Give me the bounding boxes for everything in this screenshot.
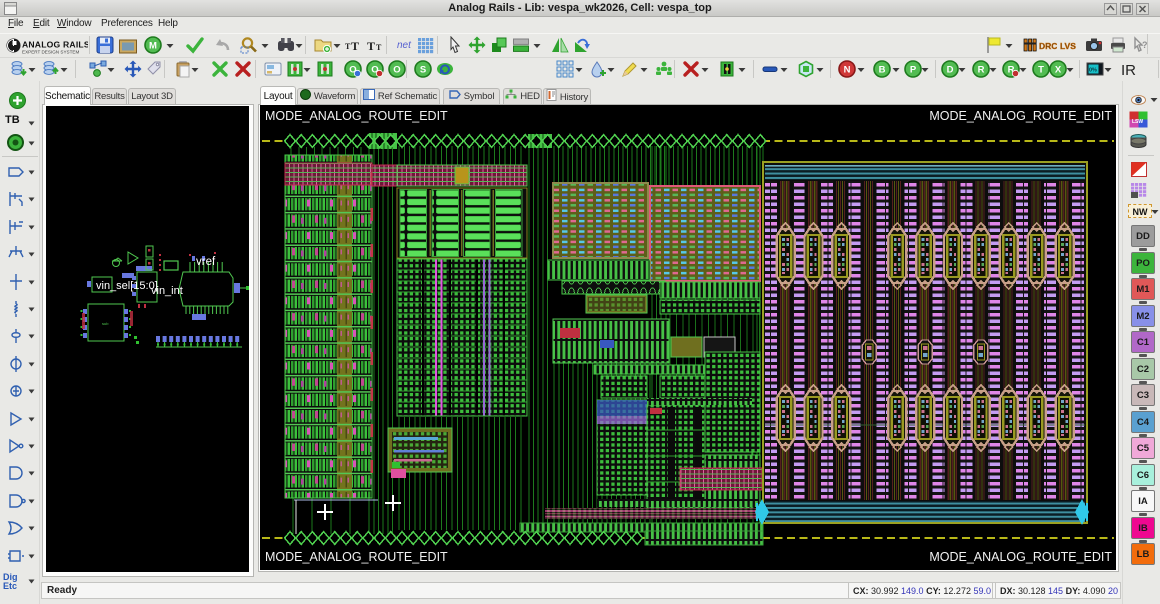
svg-text:M: M	[149, 40, 157, 51]
svg-text:ANALOG RAILS: ANALOG RAILS	[22, 40, 88, 50]
svg-text:T: T	[376, 43, 382, 52]
svg-text:P: P	[910, 64, 917, 75]
svg-text:sub: sub	[102, 321, 109, 326]
svg-text:R: R	[978, 64, 985, 75]
svg-text:N: N	[844, 64, 851, 75]
svg-text:LSW: LSW	[1132, 119, 1143, 125]
svg-text:T: T	[367, 39, 375, 53]
svg-text:S: S	[420, 64, 426, 75]
svg-text:MODE_ANALOG_ROUTE_EDIT: MODE_ANALOG_ROUTE_EDIT	[929, 109, 1112, 123]
svg-text:MODE_ANALOG_ROUTE_EDIT: MODE_ANALOG_ROUTE_EDIT	[929, 550, 1112, 564]
svg-text:DRC: DRC	[1039, 41, 1057, 51]
svg-text:LVS: LVS	[1060, 41, 1076, 51]
svg-text:T: T	[1038, 64, 1044, 75]
svg-text:vref: vref	[196, 256, 216, 268]
svg-text:X: X	[1055, 64, 1062, 75]
svg-text:EXPERT DESIGN SYSTEM: EXPERT DESIGN SYSTEM	[22, 50, 79, 55]
svg-text:?: ?	[1142, 40, 1148, 50]
svg-text:D: D	[947, 64, 954, 75]
svg-text:O: O	[393, 64, 400, 75]
svg-text:MODE_ANALOG_ROUTE_EDIT: MODE_ANALOG_ROUTE_EDIT	[265, 109, 448, 123]
svg-text:0%: 0%	[1089, 68, 1097, 74]
svg-text:vin_sel[15:0]: vin_sel[15:0]	[96, 280, 158, 292]
svg-text:net: net	[397, 40, 412, 51]
svg-text:T: T	[351, 39, 359, 53]
svg-text:MODE_ANALOG_ROUTE_EDIT: MODE_ANALOG_ROUTE_EDIT	[265, 550, 448, 564]
svg-text:vin_int: vin_int	[151, 285, 183, 297]
svg-text:B: B	[879, 64, 886, 75]
